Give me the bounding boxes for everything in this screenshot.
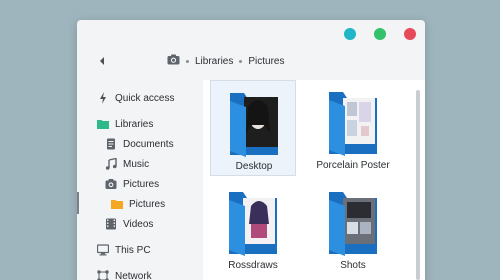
music-note-icon (105, 157, 117, 170)
sidebar-item-label: This PC (115, 244, 151, 256)
sidebar-item-this-pc[interactable]: This PC (96, 242, 151, 258)
sidebar-item-label: Music (123, 158, 150, 170)
folder-icon (224, 85, 284, 159)
folder-item-porcelain-poster[interactable]: Porcelain Poster (310, 80, 396, 176)
sidebar-item-quick-access[interactable]: Quick access (97, 90, 174, 106)
monitor-icon (96, 244, 110, 256)
folder-label: Porcelain Poster (316, 160, 390, 171)
sidebar-item-network[interactable]: Network (97, 268, 152, 280)
sidebar-item-pictures-folder[interactable]: Pictures (111, 196, 165, 212)
camera-icon (105, 178, 117, 190)
file-explorer-window: Libraries Pictures Quick access Librarie… (77, 20, 425, 280)
breadcrumb-pictures[interactable]: Pictures (248, 56, 284, 67)
vertical-scrollbar[interactable] (416, 90, 420, 280)
folder-label: Shots (340, 260, 366, 271)
breadcrumb-separator (186, 59, 189, 63)
breadcrumb-separator (239, 59, 243, 63)
folder-item-rossdraws[interactable]: Rossdraws (210, 180, 296, 276)
navigation-bar: Libraries Pictures (77, 48, 425, 74)
film-icon (105, 218, 117, 230)
title-bar (77, 20, 425, 48)
folder-icon (323, 84, 383, 158)
sidebar-item-videos[interactable]: Videos (105, 216, 153, 232)
pin-icon (97, 92, 109, 104)
sidebar-item-libraries[interactable]: Libraries (97, 116, 153, 132)
breadcrumb-libraries[interactable]: Libraries (195, 56, 233, 67)
folder-label: Rossdraws (228, 260, 278, 271)
active-indicator (77, 192, 79, 214)
sidebar-item-label: Videos (123, 218, 154, 230)
sidebar-item-label: Libraries (115, 118, 154, 130)
network-icon (97, 270, 109, 280)
folder-item-desktop[interactable]: Desktop (210, 80, 296, 176)
sidebar-item-label: Quick access (115, 92, 175, 104)
minimize-button[interactable] (344, 28, 356, 40)
close-button[interactable] (404, 28, 416, 40)
folder-icon (323, 184, 383, 258)
folder-green-icon (97, 118, 109, 130)
sidebar-item-label: Documents (123, 138, 174, 150)
sidebar-item-label: Pictures (129, 198, 166, 210)
maximize-button[interactable] (374, 28, 386, 40)
folder-label: Desktop (235, 161, 273, 172)
folder-item-shots[interactable]: Shots (310, 180, 396, 276)
folder-grid: Desktop Porcelain Poster Rossdraws Shots (203, 80, 425, 280)
sidebar-item-pictures[interactable]: Pictures (105, 176, 159, 192)
camera-icon (167, 54, 180, 68)
document-icon (105, 138, 117, 150)
chevron-left-icon[interactable] (97, 54, 107, 68)
sidebar-item-music[interactable]: Music (105, 156, 149, 172)
folder-icon (223, 184, 283, 258)
sidebar-item-documents[interactable]: Documents (105, 136, 174, 152)
folder-orange-icon (111, 198, 123, 210)
sidebar-item-label: Network (115, 270, 152, 280)
breadcrumb: Libraries Pictures (167, 53, 284, 69)
sidebar-item-label: Pictures (123, 178, 160, 190)
sidebar: Quick access Libraries Documents Music P (77, 80, 202, 280)
